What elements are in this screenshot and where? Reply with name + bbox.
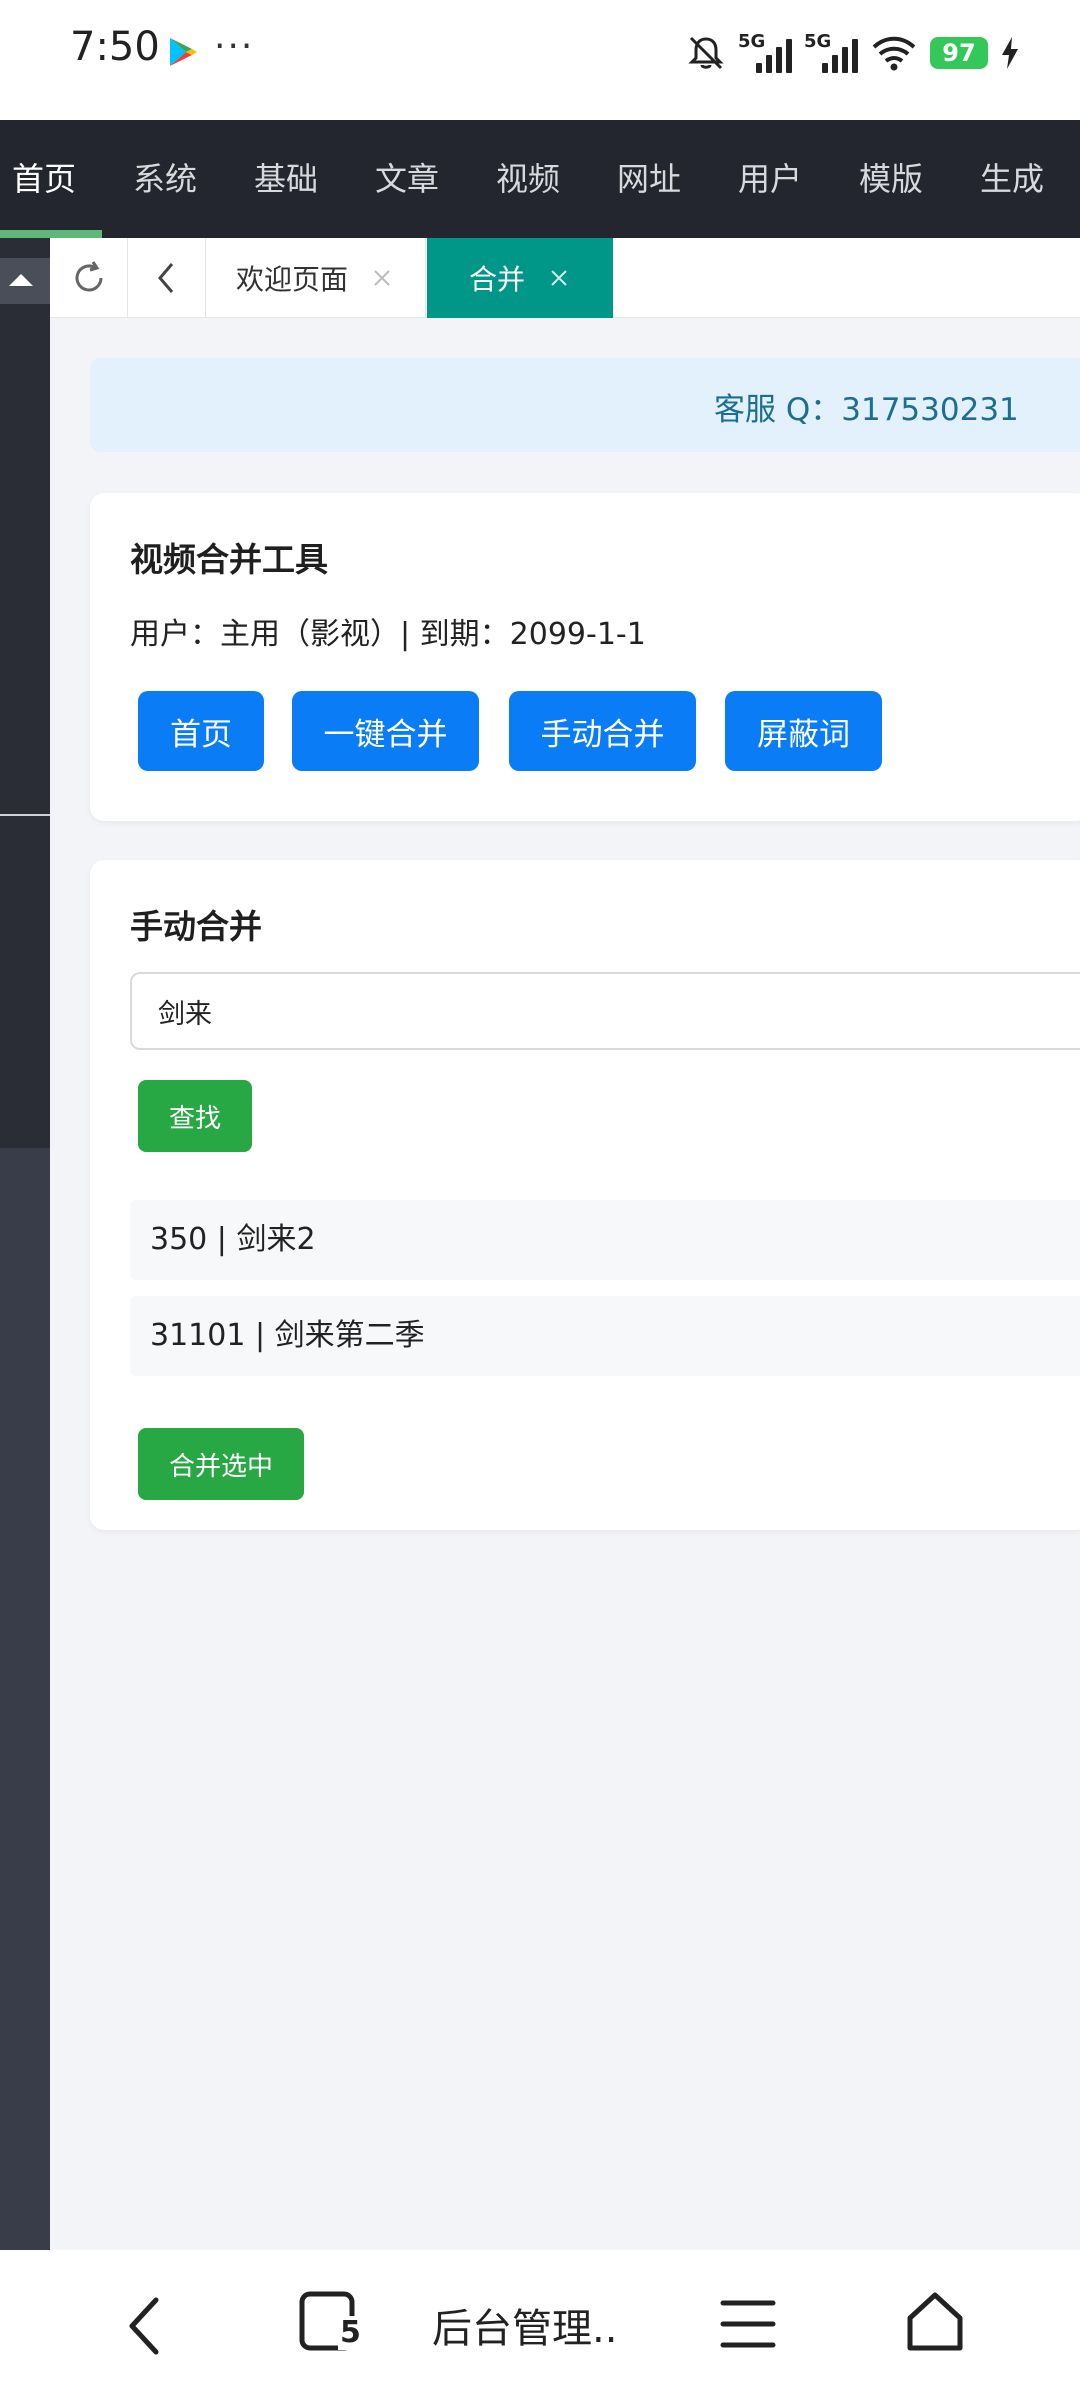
blocked-words-button[interactable]: 屏蔽词	[725, 691, 882, 771]
status-time: 7:50	[70, 24, 160, 70]
close-icon[interactable]	[372, 268, 392, 288]
result-item[interactable]: 350 | 剑来2	[130, 1200, 1080, 1280]
play-store-icon	[170, 38, 197, 66]
home-button[interactable]: 首页	[138, 691, 264, 771]
merge-tool-title: 视频合并工具	[130, 540, 328, 579]
mute-bell-icon	[688, 36, 724, 70]
tab-welcome-label: 欢迎页面	[236, 263, 349, 296]
merge-selected-button[interactable]: 合并选中	[138, 1428, 304, 1500]
nav-item-system[interactable]: 系统	[133, 120, 197, 238]
top-nav: 首页 系统 基础 文章 视频 网址 用户 模版 生成	[0, 120, 1080, 238]
battery-level: 97	[930, 37, 988, 69]
main-content: 客服 Q：317530231 视频合并工具 用户：主用（影视）| 到期：2099…	[50, 318, 1080, 2250]
nav-item-users[interactable]: 用户	[738, 120, 802, 238]
home-icon[interactable]	[904, 2290, 966, 2354]
sidebar-collapse-toggle[interactable]	[0, 258, 50, 304]
status-more: ···	[214, 26, 255, 67]
signal-1: 5G	[738, 31, 792, 75]
support-notice-text: 客服 Q：317530231	[714, 392, 1019, 428]
nav-item-generate[interactable]: 生成	[980, 120, 1044, 238]
tab-merge[interactable]: 合并	[427, 238, 613, 318]
manual-merge-title: 手动合并	[130, 907, 262, 946]
signal-2: 5G	[804, 31, 858, 75]
nav-item-home[interactable]: 首页	[12, 120, 76, 238]
refresh-icon	[75, 261, 102, 292]
browser-bottom-bar: 5 后台管理..	[0, 2250, 1080, 2401]
search-button[interactable]: 查找	[138, 1080, 252, 1152]
nav-item-basic[interactable]: 基础	[254, 120, 318, 238]
charging-bolt-icon	[1002, 37, 1018, 69]
left-sidebar	[0, 238, 50, 2250]
tab-merge-label: 合并	[469, 263, 526, 296]
close-icon[interactable]	[549, 268, 569, 288]
page-title[interactable]: 后台管理..	[432, 2296, 617, 2354]
nav-item-videos[interactable]: 视频	[496, 120, 560, 238]
tab-welcome[interactable]: 欢迎页面	[206, 238, 426, 318]
back-arrow-icon[interactable]	[118, 2294, 174, 2358]
nav-item-articles[interactable]: 文章	[375, 120, 439, 238]
nav-item-urls[interactable]: 网址	[617, 120, 681, 238]
tab-bar: 欢迎页面 合并	[50, 238, 1080, 318]
nav-active-indicator	[0, 230, 102, 238]
wifi-icon	[872, 36, 916, 71]
sidebar-divider	[0, 814, 50, 816]
tab-count: 5	[338, 2315, 363, 2350]
menu-icon[interactable]	[720, 2298, 776, 2350]
result-item[interactable]: 31101 | 剑来第二季	[130, 1296, 1080, 1376]
one-click-merge-button[interactable]: 一键合并	[292, 691, 479, 771]
status-bar: 7:50 ··· 5G 5G 97	[0, 0, 1080, 120]
search-input[interactable]	[130, 972, 1080, 1050]
caret-up-icon	[9, 274, 33, 286]
nav-item-templates[interactable]: 模版	[859, 120, 923, 238]
tabs-button[interactable]: 5	[298, 2290, 363, 2354]
manual-merge-button[interactable]: 手动合并	[509, 691, 696, 771]
status-icons: 5G 5G 97	[686, 28, 1020, 78]
sidebar-menu-area	[0, 238, 50, 1148]
chevron-left-icon	[157, 263, 173, 293]
tab-scroll-left-button[interactable]	[128, 238, 206, 318]
merge-tool-card: 视频合并工具 用户：主用（影视）| 到期：2099-1-1 首页 一键合并 手动…	[90, 493, 1080, 821]
manual-merge-card: 手动合并 查找 350 | 剑来2 31101 | 剑来第二季 合并选中	[90, 860, 1080, 1530]
refresh-button[interactable]	[50, 238, 128, 318]
user-info: 用户：主用（影视）| 到期：2099-1-1	[130, 617, 646, 652]
support-notice: 客服 Q：317530231	[90, 358, 1080, 452]
